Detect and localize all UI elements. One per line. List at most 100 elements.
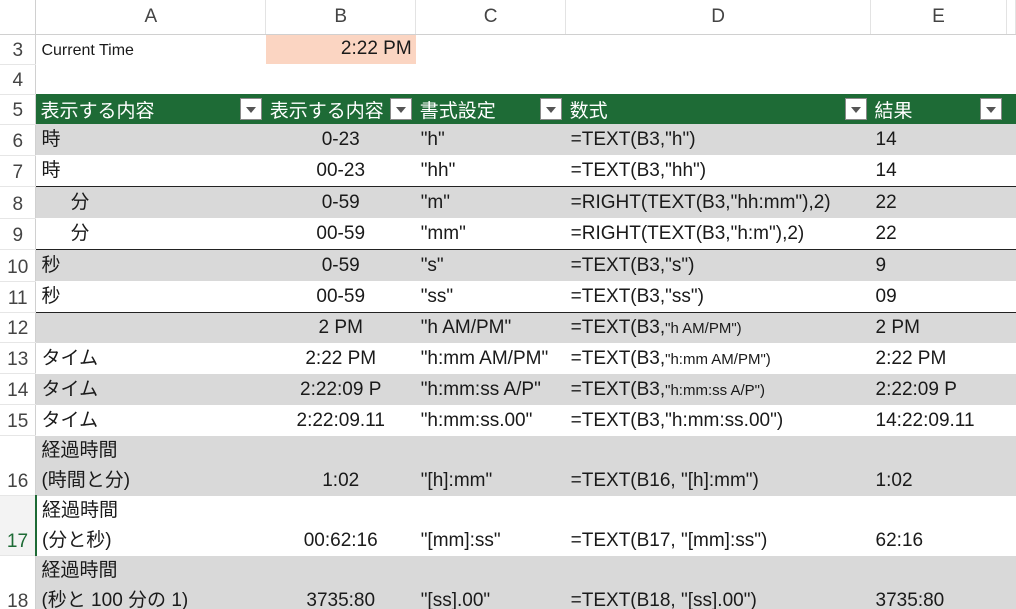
range-cell[interactable]: 2 PM (265, 312, 416, 343)
cell[interactable] (415, 34, 566, 64)
row-number[interactable]: 12 (0, 312, 37, 343)
format-cell[interactable]: "h:mm:ss.00" (415, 404, 566, 436)
range-cell[interactable]: 00:62:16 (265, 495, 416, 556)
result-cell[interactable]: 09 (870, 281, 1007, 313)
cell[interactable] (1006, 404, 1016, 436)
format-cell[interactable]: "mm" (415, 218, 566, 250)
result-cell[interactable]: 14 (870, 155, 1007, 187)
content-cell[interactable]: タイム (35, 404, 266, 436)
cell[interactable] (1006, 218, 1016, 250)
table-header-cell[interactable]: 表示する内容 (35, 94, 266, 124)
filter-dropdown-icon[interactable] (980, 98, 1003, 120)
filter-dropdown-icon[interactable] (539, 98, 562, 120)
formula-cell[interactable]: =TEXT(B3,"h") (565, 124, 871, 155)
formula-cell[interactable]: =TEXT(B3,"h:mm AM/PM") (565, 342, 871, 374)
result-cell[interactable]: 1:02 (870, 435, 1007, 496)
format-cell[interactable]: "[ss].00" (415, 555, 566, 609)
result-cell[interactable]: 14 (870, 124, 1007, 155)
cell[interactable] (1006, 64, 1016, 94)
content-cell[interactable]: 秒 (35, 281, 266, 313)
formula-cell[interactable]: =RIGHT(TEXT(B3,"h:m"),2) (565, 218, 871, 250)
format-cell[interactable]: "h:mm:ss A/P" (415, 373, 566, 405)
row-number[interactable]: 18 (0, 555, 37, 609)
table-header-cell[interactable]: 書式設定 (415, 94, 566, 124)
result-cell[interactable]: 22 (870, 186, 1007, 218)
formula-cell[interactable]: =TEXT(B18, "[ss].00") (565, 555, 871, 609)
content-cell[interactable]: 経過時間 (時間と分) (35, 435, 266, 496)
formula-cell[interactable]: =TEXT(B3,"s") (565, 249, 871, 281)
table-header-cell[interactable]: 結果 (870, 94, 1007, 124)
cell[interactable] (1006, 34, 1016, 64)
row-number[interactable]: 10 (0, 249, 37, 282)
row-number[interactable]: 14 (0, 373, 37, 405)
content-cell[interactable]: タイム (35, 342, 266, 374)
table-header-cell[interactable]: 表示する内容 (265, 94, 416, 124)
content-cell[interactable]: 時 (35, 155, 266, 187)
content-cell[interactable]: 経過時間 (秒と 100 分の 1) (35, 555, 266, 609)
result-cell[interactable]: 2:22 PM (870, 342, 1007, 374)
format-cell[interactable]: "s" (415, 249, 566, 281)
result-cell[interactable]: 2:22:09 P (870, 373, 1007, 405)
cell[interactable] (1006, 155, 1016, 187)
row-number[interactable]: 16 (0, 435, 37, 496)
current-time-value[interactable]: 2:22 PM (265, 34, 416, 64)
range-cell[interactable]: 00-23 (265, 155, 416, 187)
result-cell[interactable]: 62:16 (870, 495, 1007, 556)
cell[interactable] (870, 34, 1007, 64)
format-cell[interactable]: "hh" (415, 155, 566, 187)
result-cell[interactable]: 14:22:09.11 (870, 404, 1007, 436)
cell[interactable] (1006, 312, 1016, 343)
range-cell[interactable]: 2:22:09.11 (265, 404, 416, 436)
filter-dropdown-icon[interactable] (389, 98, 412, 120)
range-cell[interactable]: 0-59 (265, 249, 416, 281)
cell[interactable] (1006, 186, 1016, 218)
range-cell[interactable]: 2:22:09 P (265, 373, 416, 405)
column-header-a[interactable]: A (35, 0, 267, 35)
row-number[interactable]: 17 (0, 495, 37, 556)
column-header-d[interactable]: D (565, 0, 872, 35)
current-time-label[interactable]: Current Time (35, 34, 266, 64)
content-cell[interactable]: タイム (35, 373, 266, 405)
row-number[interactable]: 13 (0, 342, 37, 374)
cell[interactable] (35, 64, 266, 94)
content-cell[interactable]: 経過時間 (分と秒) (35, 495, 266, 556)
formula-cell[interactable]: =TEXT(B3,"h AM/PM") (565, 312, 871, 343)
content-cell[interactable]: 分 (35, 218, 266, 250)
result-cell[interactable]: 2 PM (870, 312, 1007, 343)
format-cell[interactable]: "h:mm AM/PM" (415, 342, 566, 374)
formula-cell[interactable]: =TEXT(B17, "[mm]:ss") (565, 495, 871, 556)
select-all-corner[interactable] (0, 0, 37, 35)
column-header-e[interactable]: E (870, 0, 1007, 35)
range-cell[interactable]: 0-23 (265, 124, 416, 155)
cell[interactable] (265, 64, 416, 94)
result-cell[interactable]: 22 (870, 218, 1007, 250)
range-cell[interactable]: 00-59 (265, 281, 416, 313)
column-header-b[interactable]: B (265, 0, 417, 35)
row-number[interactable]: 7 (0, 155, 37, 187)
cell[interactable] (1006, 495, 1016, 556)
cell[interactable] (1006, 249, 1016, 281)
cell[interactable] (1006, 281, 1016, 313)
formula-cell[interactable]: =TEXT(B16, "[h]:mm") (565, 435, 871, 496)
content-cell[interactable]: 時 (35, 124, 266, 155)
column-header-c[interactable]: C (415, 0, 567, 35)
result-cell[interactable]: 9 (870, 249, 1007, 281)
cell[interactable] (415, 64, 566, 94)
content-cell[interactable]: 秒 (35, 249, 266, 281)
cell[interactable] (1006, 373, 1016, 405)
formula-cell[interactable]: =TEXT(B3,"hh") (565, 155, 871, 187)
filter-dropdown-icon[interactable] (239, 98, 262, 120)
result-cell[interactable]: 3735:80 (870, 555, 1007, 609)
format-cell[interactable]: "ss" (415, 281, 566, 313)
format-cell[interactable]: "[mm]:ss" (415, 495, 566, 556)
row-number[interactable]: 5 (0, 94, 37, 125)
range-cell[interactable]: 00-59 (265, 218, 416, 250)
cell[interactable] (1006, 342, 1016, 374)
cell[interactable] (1006, 124, 1016, 155)
formula-cell[interactable]: =TEXT(B3,"h:mm:ss.00") (565, 404, 871, 436)
filter-dropdown-icon[interactable] (844, 98, 867, 120)
format-cell[interactable]: "h" (415, 124, 566, 155)
row-number[interactable]: 6 (0, 124, 37, 156)
range-cell[interactable]: 2:22 PM (265, 342, 416, 374)
content-cell[interactable]: 分 (35, 186, 266, 218)
